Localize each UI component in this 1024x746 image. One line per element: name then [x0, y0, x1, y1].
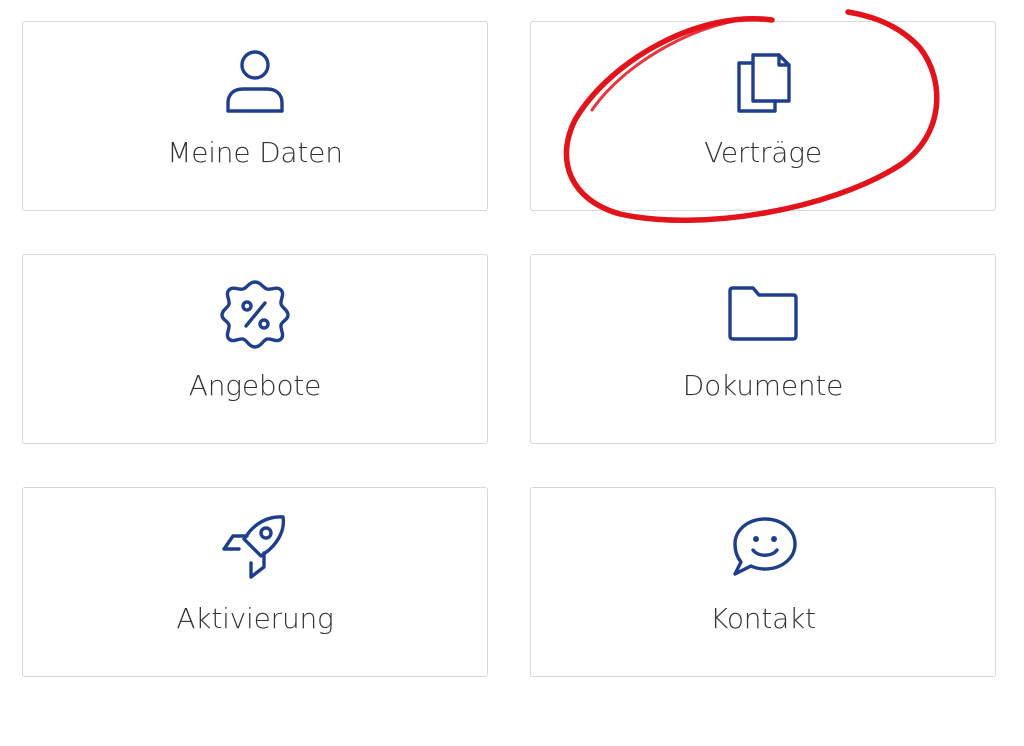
tile-dokumente[interactable]: Dokumente [530, 254, 996, 444]
rocket-icon [23, 512, 487, 582]
documents-copy-icon [531, 46, 995, 116]
tile-label: Angebote [188, 369, 322, 402]
tile-label: Meine Daten [167, 136, 343, 169]
folder-icon [531, 279, 995, 349]
percent-badge-icon [23, 279, 487, 349]
chat-smile-icon [531, 512, 995, 582]
dashboard-tile-grid: Meine Daten Verträge Angebote Dokumente … [0, 0, 1024, 746]
tile-label: Verträge [704, 136, 822, 169]
tile-label: Kontakt [710, 602, 816, 635]
tile-aktivierung[interactable]: Aktivierung [22, 487, 488, 677]
tile-label: Dokumente [682, 369, 844, 402]
tile-meine-daten[interactable]: Meine Daten [22, 21, 488, 211]
user-icon [23, 46, 487, 116]
tile-vertraege[interactable]: Verträge [530, 21, 996, 211]
tile-label: Aktivierung [176, 602, 334, 635]
tile-angebote[interactable]: Angebote [22, 254, 488, 444]
tile-kontakt[interactable]: Kontakt [530, 487, 996, 677]
